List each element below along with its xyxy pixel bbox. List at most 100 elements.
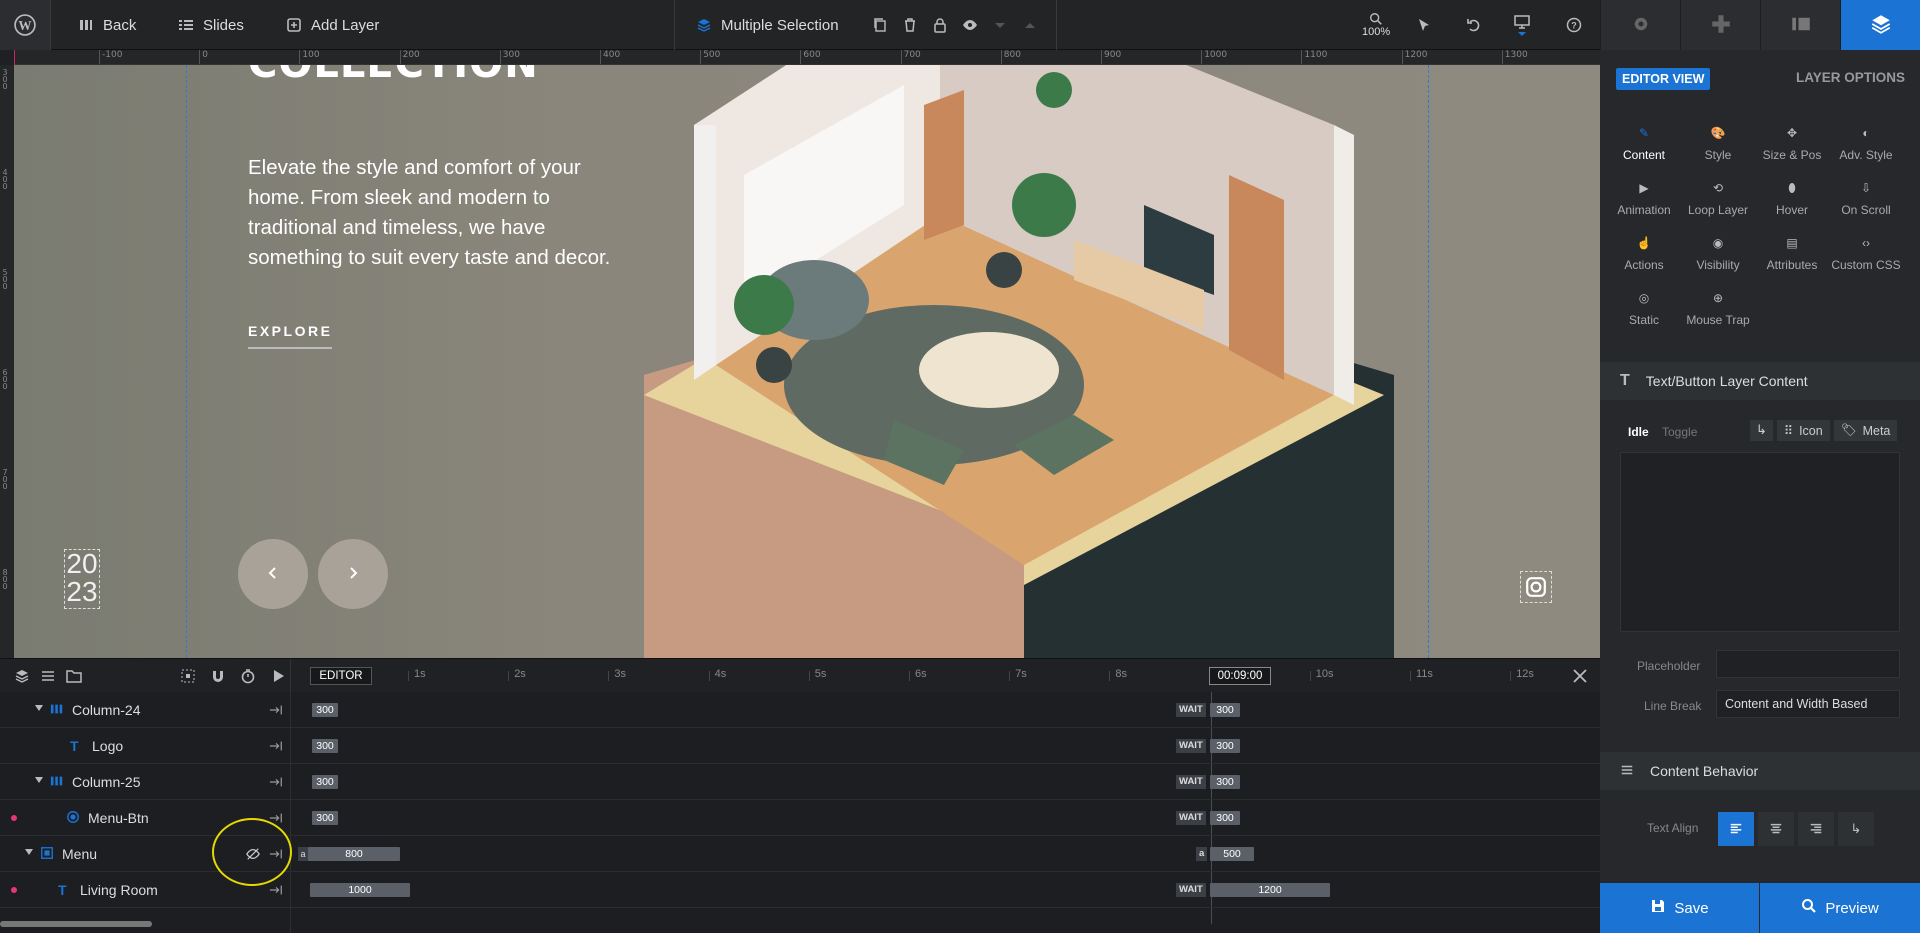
layers-tab[interactable] xyxy=(1840,0,1920,50)
end-duration-bar[interactable]: 300 xyxy=(1210,703,1240,717)
icon-button-label: Icon xyxy=(1799,423,1823,438)
settings-tab[interactable] xyxy=(1600,0,1680,50)
end-duration-bar[interactable]: 500 xyxy=(1210,847,1254,861)
close-icon[interactable] xyxy=(1572,668,1588,687)
option-label: Adv. Style xyxy=(1839,148,1893,162)
save-button[interactable]: Save xyxy=(1600,883,1759,933)
ruler-tick: 1300 xyxy=(1501,50,1528,64)
instagram-icon[interactable] xyxy=(1520,571,1552,603)
option-animation[interactable]: ▶ Animation xyxy=(1604,181,1684,217)
start-duration-bar[interactable]: 300 xyxy=(312,775,338,789)
navigation-tab[interactable] xyxy=(1680,0,1760,50)
layer-row[interactable]: Column-24 300 WAIT 300 xyxy=(0,692,1600,728)
help-icon[interactable]: ? xyxy=(1566,17,1582,33)
layer-row[interactable]: Column-25 300 WAIT 300 xyxy=(0,764,1600,800)
end-align-icon[interactable] xyxy=(269,883,283,900)
add-layer-icon xyxy=(286,17,302,33)
option-actions[interactable]: ☝ Actions xyxy=(1604,236,1684,272)
desktop-icon[interactable] xyxy=(1514,14,1530,30)
option-on-scroll[interactable]: ⇩ On Scroll xyxy=(1826,181,1906,217)
trash-icon[interactable] xyxy=(902,17,918,33)
idle-tab[interactable]: Idle xyxy=(1628,425,1649,439)
time-mark: 8s xyxy=(1115,668,1128,680)
wait-tag: WAIT xyxy=(1176,811,1206,825)
option-adv-style[interactable]: ◐ Adv. Style xyxy=(1826,126,1906,162)
next-slide-button[interactable] xyxy=(318,539,388,609)
option-attributes[interactable]: ▤ Attributes xyxy=(1752,236,1832,272)
line-break-select[interactable]: Content and Width Based xyxy=(1716,690,1900,718)
option-style[interactable]: 🎨 Style xyxy=(1678,126,1758,162)
start-duration-bar[interactable]: 300 xyxy=(312,703,338,717)
align-center-button[interactable] xyxy=(1758,812,1794,846)
icon-button[interactable]: ⠿ Icon xyxy=(1776,420,1830,441)
time-tick xyxy=(608,671,610,681)
current-time-marker[interactable]: 00:09:00 xyxy=(1209,667,1271,685)
prev-slide-button[interactable] xyxy=(238,539,308,609)
end-duration-bar[interactable]: 1200 xyxy=(1210,883,1330,897)
horizontal-scrollbar[interactable] xyxy=(0,921,152,927)
slide-body-text[interactable]: Elevate the style and comfort of your ho… xyxy=(248,153,638,273)
ruler-tick-vertical: 700 xyxy=(2,468,8,491)
end-duration-bar[interactable]: 300 xyxy=(1210,739,1240,753)
eye-icon[interactable] xyxy=(962,17,978,33)
end-duration-bar[interactable]: 300 xyxy=(1210,775,1240,789)
text-layer-icon: T xyxy=(70,738,79,754)
option-visibility[interactable]: ◉ Visibility xyxy=(1678,236,1758,272)
wordpress-logo-icon[interactable]: W xyxy=(0,0,50,50)
expand-arrow-icon[interactable] xyxy=(35,777,43,783)
columns-icon xyxy=(50,774,64,791)
zoom-control[interactable]: 100% xyxy=(1362,0,1390,50)
start-duration-bar[interactable]: 1000 xyxy=(310,883,410,897)
add-layer-button[interactable]: Add Layer xyxy=(286,0,379,50)
end-align-icon[interactable] xyxy=(269,703,283,720)
tag-icon: 🏷 xyxy=(1840,423,1857,437)
option-custom-css[interactable]: ‹› Custom CSS xyxy=(1826,236,1906,272)
back-button[interactable]: Back xyxy=(78,0,136,50)
explore-button[interactable]: EXPLORE xyxy=(248,323,333,349)
start-duration-bar[interactable]: 300 xyxy=(312,739,338,753)
option-size-pos[interactable]: ✥ Size & Pos xyxy=(1752,126,1832,162)
option-static[interactable]: ◎ Static xyxy=(1604,291,1684,327)
option-loop-layer[interactable]: ⟲ Loop Layer xyxy=(1678,181,1758,217)
align-right-button[interactable] xyxy=(1798,812,1834,846)
cursor-icon[interactable] xyxy=(1416,17,1432,33)
file-icon: ▤ xyxy=(1786,236,1798,250)
content-section-header[interactable]: T Text/Button Layer Content xyxy=(1600,362,1920,400)
end-align-icon[interactable] xyxy=(269,739,283,756)
editor-view-badge[interactable]: EDITOR VIEW xyxy=(1616,68,1711,90)
year-badge[interactable]: 20 23 xyxy=(64,549,100,609)
chevron-left-icon xyxy=(265,565,281,584)
end-align-icon[interactable] xyxy=(269,775,283,792)
start-duration-bar[interactable]: 800 xyxy=(308,847,400,861)
layer-content-textarea[interactable] xyxy=(1620,452,1900,632)
toggle-tab[interactable]: Toggle xyxy=(1662,425,1697,439)
expand-arrow-icon[interactable] xyxy=(25,849,33,855)
layer-row[interactable]: T Logo 300 WAIT 300 xyxy=(0,728,1600,764)
layers-tab-icon xyxy=(1871,14,1891,37)
end-duration-bar[interactable]: 300 xyxy=(1210,811,1240,825)
move-down-icon[interactable] xyxy=(992,17,1008,33)
option-content[interactable]: ✎ Content xyxy=(1604,126,1684,162)
preview-button[interactable]: Preview xyxy=(1760,883,1920,933)
meta-button[interactable]: 🏷 Meta xyxy=(1833,420,1898,441)
placeholder-input[interactable] xyxy=(1716,650,1900,678)
slide-tab[interactable] xyxy=(1760,0,1840,50)
line-break-toggle-icon[interactable]: ↳ xyxy=(1750,420,1773,441)
move-up-icon[interactable] xyxy=(1022,17,1038,33)
selection-indicator[interactable]: Multiple Selection xyxy=(696,0,839,50)
slide-canvas[interactable]: COLLECTION Elevate the style and comfort… xyxy=(14,65,1600,658)
start-duration-bar[interactable]: 300 xyxy=(312,811,338,825)
ruler-tick: 600 xyxy=(800,50,821,64)
lock-icon[interactable] xyxy=(932,17,948,33)
align-left-button[interactable] xyxy=(1718,812,1754,846)
undo-icon[interactable] xyxy=(1466,17,1482,33)
option-mouse-trap[interactable]: ⊕ Mouse Trap xyxy=(1678,291,1758,327)
svg-text:?: ? xyxy=(1571,21,1577,31)
option-hover[interactable]: ⬮ Hover xyxy=(1752,181,1832,217)
duplicate-icon[interactable] xyxy=(872,17,888,33)
slide-heading[interactable]: COLLECTION xyxy=(248,65,539,87)
slides-button[interactable]: Slides xyxy=(178,0,244,50)
behavior-section-header[interactable]: Content Behavior xyxy=(1600,752,1920,790)
expand-arrow-icon[interactable] xyxy=(35,705,43,711)
align-inherit-button[interactable]: ↳ xyxy=(1838,812,1874,846)
